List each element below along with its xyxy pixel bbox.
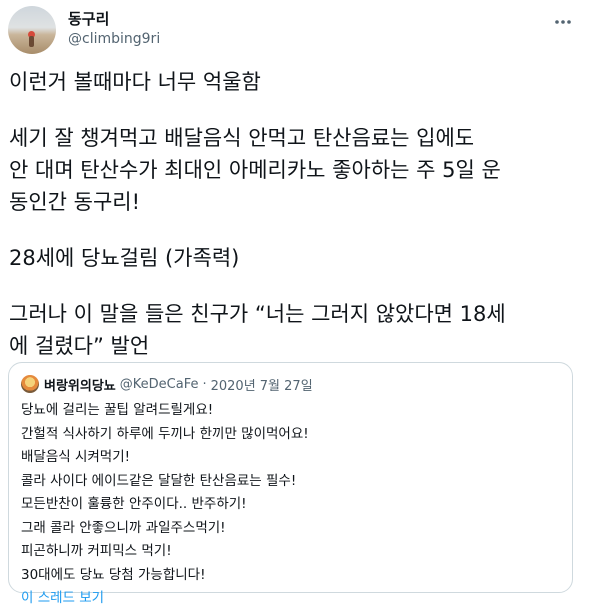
quoted-handle: @KeDeCaFe (119, 376, 199, 392)
quoted-separator: · (202, 376, 207, 392)
quoted-line: 30대에도 당뇨 당첨 가능합니다! (21, 566, 206, 583)
tweet-line: 이런거 볼때마다 너무 억울함 (9, 70, 261, 94)
tweet-header: 동구리 @climbing9ri (8, 6, 581, 54)
author-names: 동구리 @climbing9ri (68, 9, 160, 49)
quoted-date[interactable]: 2020년 7월 27일 (211, 375, 313, 394)
tweet: 동구리 @climbing9ri 이런거 볼때마다 너무 억울함 세기 잘 챙겨… (0, 0, 589, 606)
quoted-line: 그래 콜라 안좋으니까 과일주스먹기! (21, 519, 226, 536)
quoted-line: 당뇨에 걸리는 꿀팁 알려드릴게요! (21, 402, 214, 418)
quoted-tweet-header: 벼랑위의당뇨 @KeDeCaFe · 2020년 7월 27일 (21, 373, 560, 395)
show-thread-link[interactable]: 이 스레드 보기 (21, 587, 560, 606)
tweet-line: 세기 잘 챙겨먹고 배달음식 안먹고 탄산음료는 입에도 (9, 126, 475, 150)
quoted-line: 모든반찬이 훌륭한 안주이다.. 반주하기! (21, 496, 247, 512)
tweet-line: 28세에 당뇨걸림 (가족력) (9, 246, 240, 270)
quoted-avatar (21, 375, 39, 393)
quoted-line: 콜라 사이다 에이드같은 달달한 탄산음료는 필수! (21, 472, 297, 489)
quoted-line: 피곤하니까 커피믹스 먹기! (21, 543, 172, 559)
quoted-tweet-text: 당뇨에 걸리는 꿀팁 알려드릴게요! 간헐적 식사하기 하루에 두끼나 한끼만 … (21, 399, 560, 587)
avatar-figure-body (29, 36, 34, 47)
tweet-line: 그러나 이 말을 들은 친구가 “너는 그러지 않았다면 18세 (9, 302, 506, 326)
quoted-tweet[interactable]: 벼랑위의당뇨 @KeDeCaFe · 2020년 7월 27일 당뇨에 걸리는 … (8, 362, 573, 606)
tweet-text: 이런거 볼때마다 너무 억울함 세기 잘 챙겨먹고 배달음식 안먹고 탄산음료는… (9, 66, 574, 362)
avatar[interactable] (8, 6, 56, 54)
quoted-line: 간헐적 식사하기 하루에 두끼나 한끼만 많이먹어요! (21, 425, 309, 442)
quoted-display-name: 벼랑위의당뇨 (44, 378, 116, 394)
more-horizontal-icon (555, 20, 571, 24)
quoted-line: 배달음식 시켜먹기! (21, 449, 131, 465)
tweet-line: 에 걸렸다” 발언 (9, 334, 150, 358)
tweet-line: 안 대며 탄산수가 최대인 아메리카노 좋아하는 주 5일 운 (9, 158, 501, 182)
more-options-button[interactable] (551, 10, 575, 34)
author-display-name[interactable]: 동구리 (68, 9, 160, 29)
author-handle[interactable]: @climbing9ri (68, 29, 160, 49)
tweet-line: 동인간 동구리! (9, 190, 141, 214)
